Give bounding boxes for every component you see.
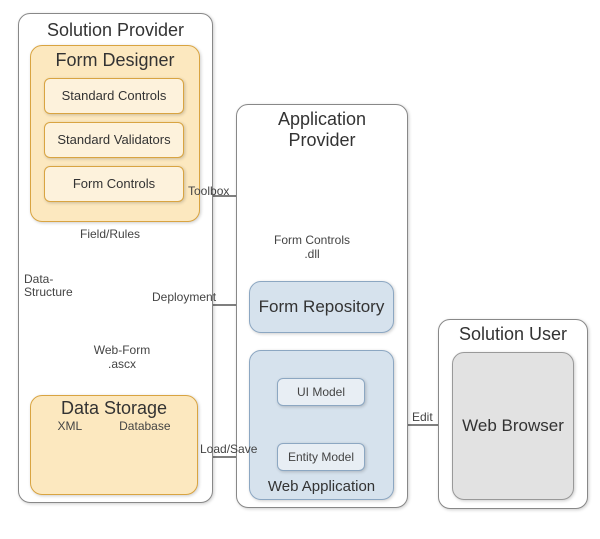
- box-ui-model: UI Model: [277, 378, 365, 406]
- title-data-storage: Data Storage: [31, 396, 197, 419]
- label-standard-controls: Standard Controls: [62, 89, 167, 103]
- label-form-controls: Form Controls: [73, 177, 155, 191]
- title-form-designer: Form Designer: [31, 46, 199, 75]
- edge-label-toolbox: Toolbox: [188, 184, 229, 198]
- panel-form-repository: Form Repository: [249, 281, 394, 333]
- title-web-application: Web Application: [250, 478, 393, 495]
- edge-label-edit: Edit: [412, 410, 433, 424]
- title-solution-provider: Solution Provider: [19, 14, 212, 45]
- panel-data-storage: Data Storage XML Database: [30, 395, 198, 495]
- label-database: Database: [119, 419, 170, 433]
- label-entity-model: Entity Model: [288, 450, 354, 464]
- title-application-provider: Application Provider: [237, 105, 407, 150]
- panel-web-application: Web Application: [249, 350, 394, 500]
- label-form-controls-dll: Form Controls .dll: [272, 234, 352, 262]
- box-web-browser: Web Browser: [452, 352, 574, 500]
- box-form-controls: Form Controls: [44, 166, 184, 202]
- box-standard-validators: Standard Validators: [44, 122, 184, 158]
- label-web-form-ascx: Web-Form .ascx: [92, 344, 152, 372]
- title-form-repository: Form Repository: [259, 298, 385, 317]
- edge-label-deployment: Deployment: [152, 290, 216, 304]
- label-ui-model: UI Model: [297, 385, 345, 399]
- box-standard-controls: Standard Controls: [44, 78, 184, 114]
- label-web-browser: Web Browser: [462, 417, 564, 436]
- label-xml: XML: [57, 419, 82, 433]
- edge-label-data-structure: Data-Structure: [24, 273, 84, 299]
- edge-label-field-rules: Field/Rules: [80, 227, 140, 241]
- edge-label-load-save: Load/Save: [200, 442, 257, 456]
- box-entity-model: Entity Model: [277, 443, 365, 471]
- label-standard-validators: Standard Validators: [57, 133, 170, 147]
- title-solution-user: Solution User: [439, 320, 587, 349]
